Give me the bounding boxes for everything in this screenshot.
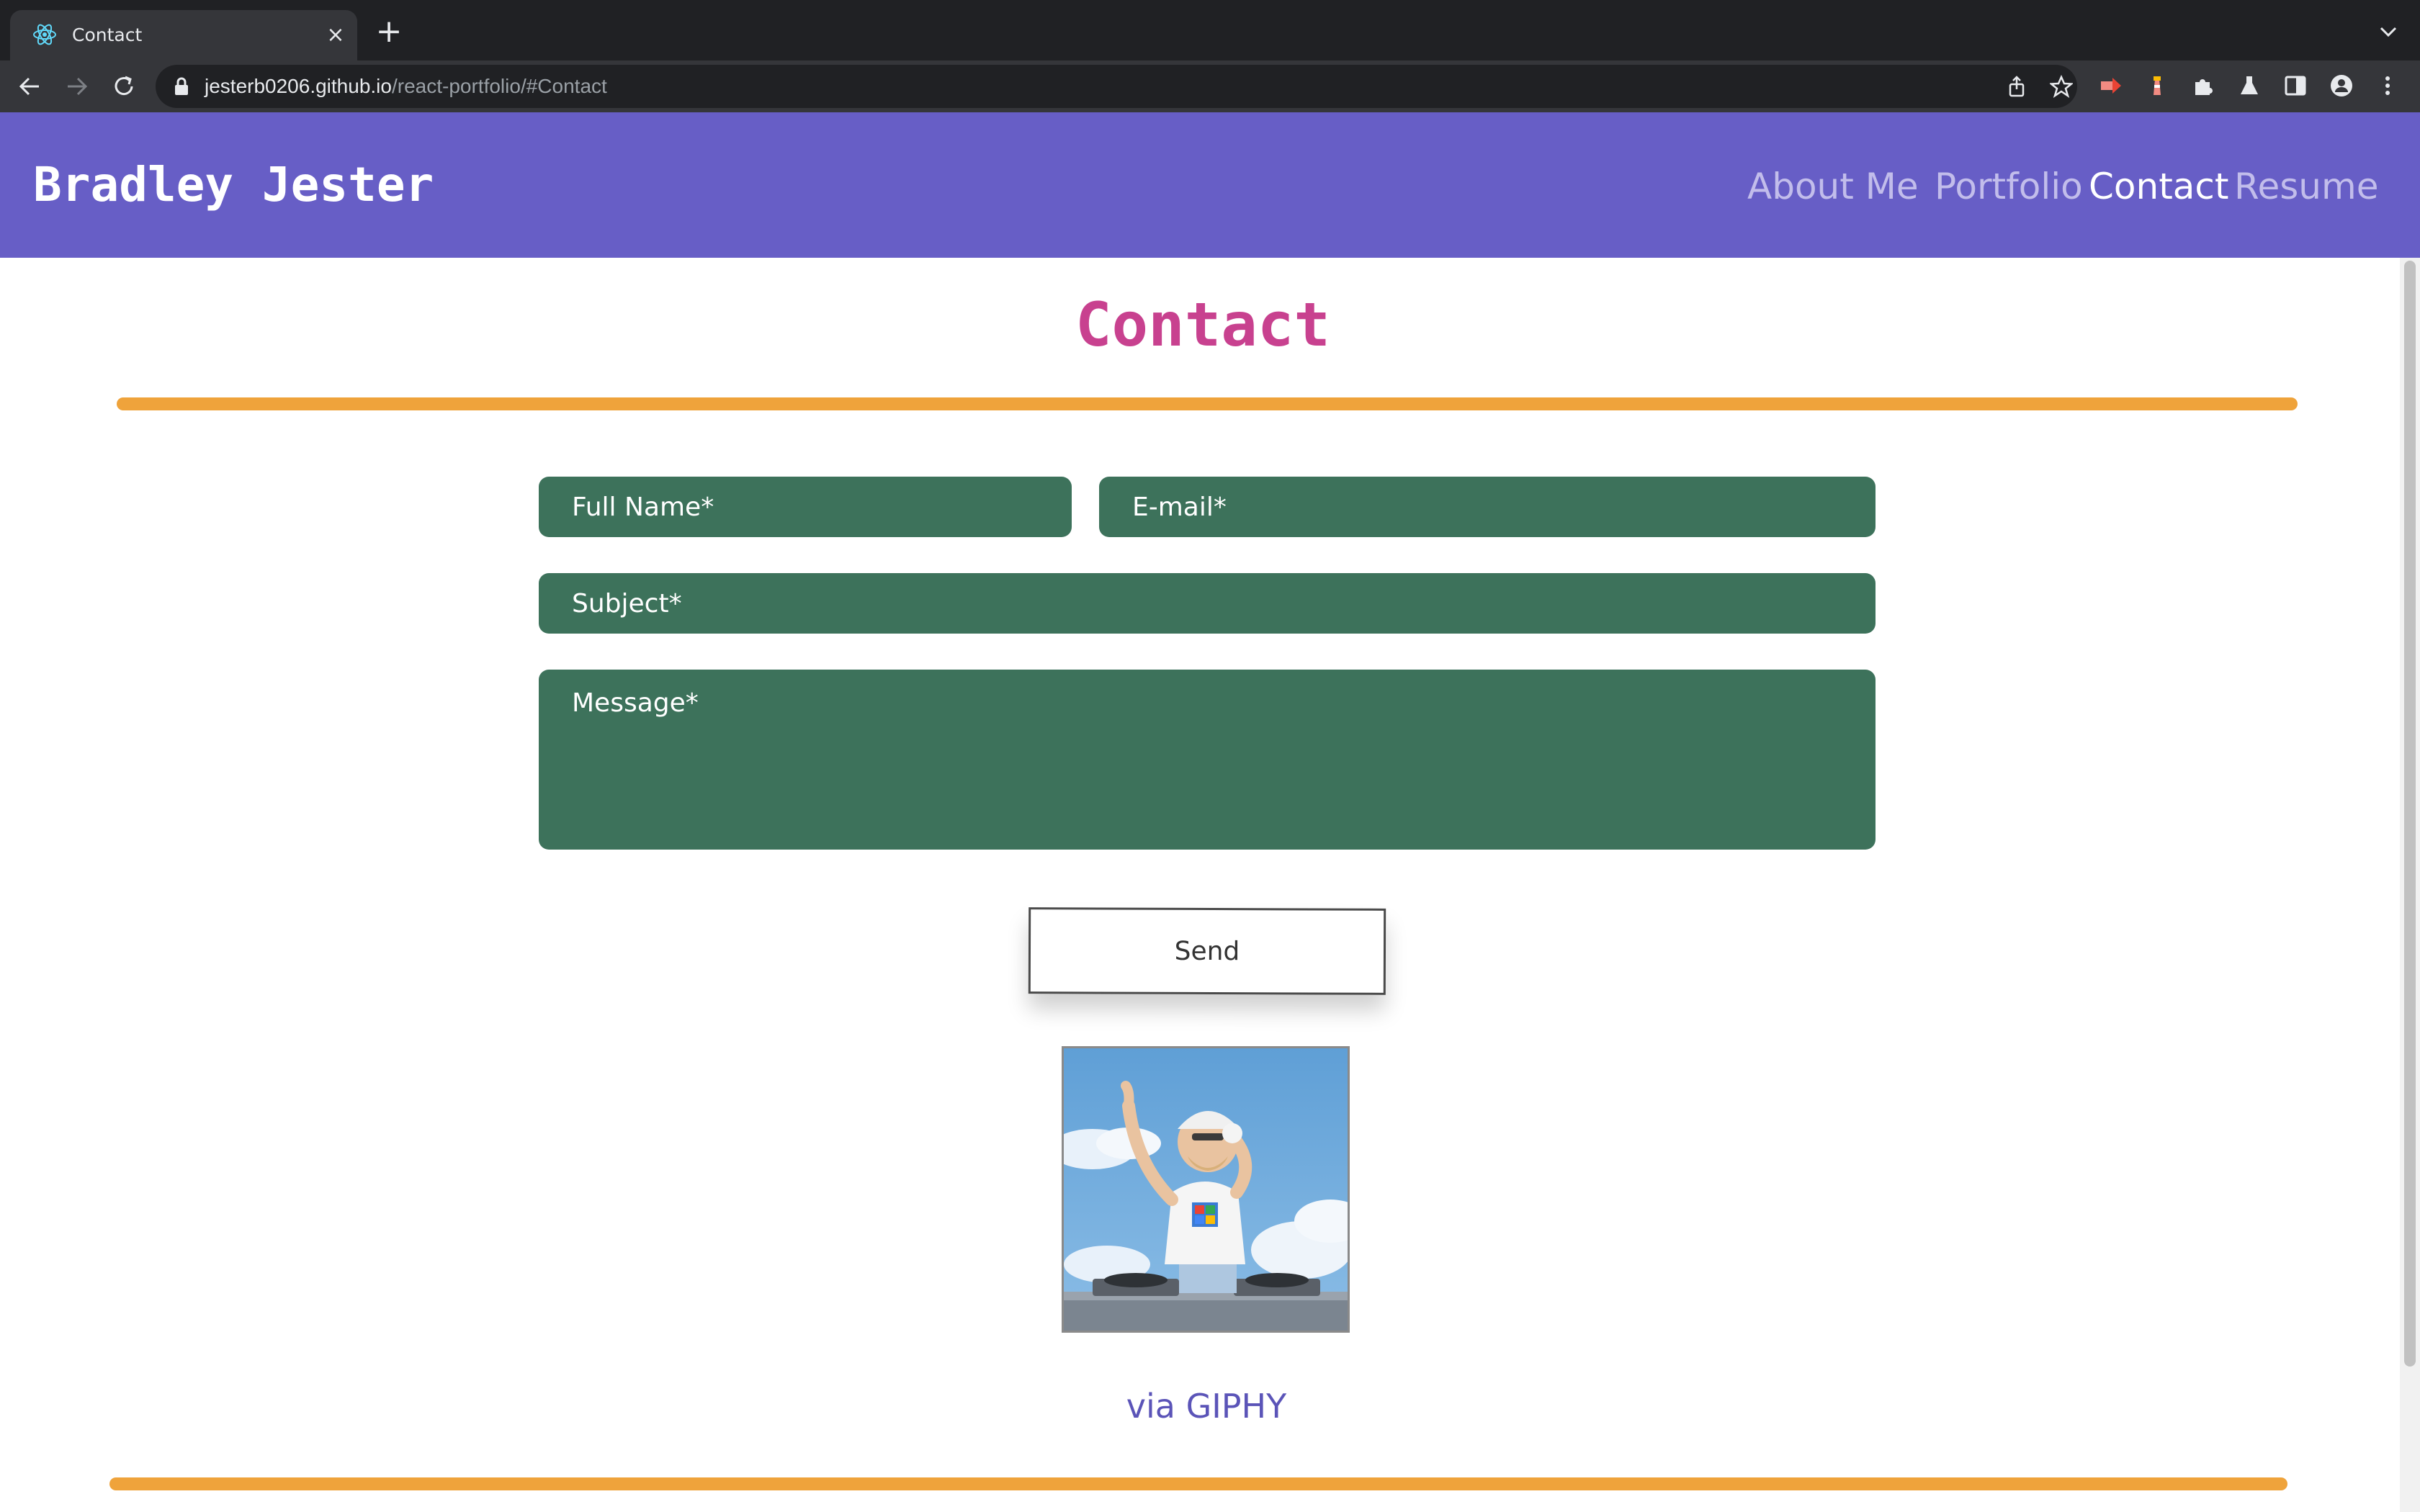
site-header: Bradley Jester About Me Portfolio Contac…	[0, 112, 2420, 258]
extension-arrow-icon[interactable]	[2099, 73, 2123, 98]
bookmark-star-icon[interactable]	[2050, 75, 2073, 98]
browser-tab[interactable]: Contact ×	[10, 10, 357, 60]
lock-icon	[175, 77, 188, 95]
address-bar[interactable]: jesterb0206.github.io/react-portfolio/#C…	[156, 65, 2077, 108]
reload-icon[interactable]	[109, 72, 138, 101]
nav-portfolio[interactable]: Portfolio	[1935, 112, 2083, 258]
dj-character-gif	[1064, 1048, 1348, 1331]
extension-lighthouse-icon[interactable]	[2145, 73, 2169, 98]
browser-menu-icon[interactable]	[2375, 73, 2400, 98]
bottom-divider	[109, 1477, 2287, 1490]
giphy-credit-link[interactable]: via GIPHY	[0, 1381, 2413, 1431]
full-name-input[interactable]	[539, 477, 1072, 537]
nav-resume[interactable]: Resume	[2234, 112, 2378, 258]
react-favicon-icon	[33, 24, 56, 45]
scrollbar-thumb[interactable]	[2404, 261, 2416, 1367]
new-tab-icon[interactable]: +	[375, 16, 403, 48]
send-button[interactable]: Send	[1028, 907, 1386, 995]
nav-contact[interactable]: Contact	[2089, 112, 2229, 258]
url-text: jesterb0206.github.io/react-portfolio/#C…	[205, 75, 607, 97]
labs-flask-icon[interactable]	[2237, 73, 2262, 98]
top-divider	[117, 397, 2298, 410]
page-title: Contact	[1075, 289, 1330, 360]
page-scrollbar[interactable]	[2400, 258, 2420, 1512]
share-icon[interactable]	[2005, 75, 2028, 98]
tab-search-chevron-icon[interactable]	[2375, 19, 2401, 45]
nav-about-me[interactable]: About Me	[1747, 112, 1919, 258]
back-icon[interactable]	[16, 72, 45, 101]
forward-icon[interactable]	[62, 72, 91, 101]
subject-input[interactable]	[539, 573, 1876, 634]
email-input[interactable]	[1099, 477, 1876, 537]
side-panel-icon[interactable]	[2283, 73, 2308, 98]
tab-title: Contact	[72, 24, 143, 45]
message-textarea[interactable]	[539, 670, 1876, 850]
browser-tab-bar: Contact × +	[0, 0, 2420, 60]
profile-avatar-icon[interactable]	[2329, 73, 2354, 98]
site-brand[interactable]: Bradley Jester	[33, 112, 434, 258]
giphy-embed[interactable]	[1062, 1046, 1350, 1333]
extensions-puzzle-icon[interactable]	[2191, 73, 2215, 98]
close-tab-icon[interactable]: ×	[323, 22, 349, 48]
